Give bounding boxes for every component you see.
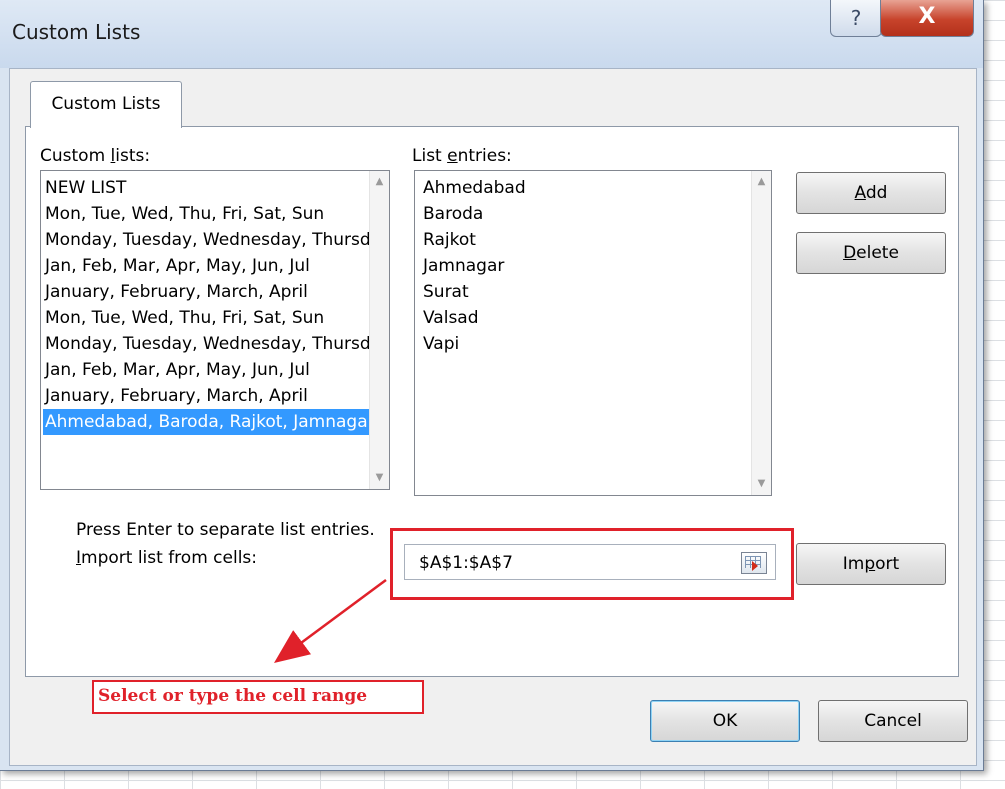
scroll-down-icon[interactable]: ▼ — [370, 469, 389, 487]
list-entry-item: Baroda — [423, 204, 484, 224]
custom-lists-scrollbar[interactable]: ▲ ▼ — [369, 171, 389, 489]
separate-entries-hint: Press Enter to separate list entries. — [76, 520, 375, 540]
tab-label: Custom Lists — [51, 94, 161, 114]
access-key: e — [447, 146, 458, 166]
custom-list-item[interactable]: Jan, Feb, Mar, Apr, May, Jun, Jul — [43, 357, 369, 383]
list-entry-item: Surat — [423, 282, 469, 302]
custom-list-item[interactable]: Ahmedabad, Baroda, Rajkot, Jamnagar — [43, 409, 369, 435]
label-text: List — [412, 146, 448, 166]
custom-list-item[interactable]: NEW LIST — [43, 175, 369, 201]
import-button[interactable]: Import — [796, 543, 946, 585]
custom-list-item[interactable]: Jan, Feb, Mar, Apr, May, Jun, Jul — [43, 253, 369, 279]
list-entry-item: Valsad — [423, 308, 479, 328]
scroll-down-icon[interactable]: ▼ — [752, 475, 771, 493]
list-entries-label: List entries: — [412, 146, 512, 166]
import-list-label: Import list from cells: — [76, 548, 257, 568]
label-text: Custom — [40, 146, 111, 166]
custom-list-item[interactable]: January, February, March, April — [43, 279, 369, 305]
annotation-callout: Select or type the cell range — [92, 680, 424, 714]
list-entries-box[interactable]: Ahmedabad Baroda Rajkot Jamnagar Surat Valsad… — [414, 170, 772, 496]
access-key: A — [854, 183, 866, 203]
ok-button[interactable]: OK — [650, 700, 800, 742]
list-entry-item: Ahmedabad — [423, 178, 526, 198]
label-text: mport list from cells: — [81, 548, 258, 568]
custom-lists-listbox[interactable]: NEW LIST Mon, Tue, Wed, Thu, Fri, Sat, Su… — [40, 170, 390, 490]
access-key: D — [843, 243, 857, 263]
question-mark-icon: ? — [850, 6, 862, 30]
title-bar: Custom Lists ? X — [0, 0, 983, 68]
custom-lists-label: Custom lists: — [40, 146, 150, 166]
annotation-text: Select or type the cell range — [98, 686, 368, 706]
custom-list-item[interactable]: Mon, Tue, Wed, Thu, Fri, Sat, Sun — [43, 201, 369, 227]
close-icon: X — [918, 4, 936, 29]
custom-list-item[interactable]: Mon, Tue, Wed, Thu, Fri, Sat, Sun — [43, 305, 369, 331]
button-label: dd — [865, 183, 888, 203]
scroll-up-icon[interactable]: ▲ — [752, 173, 771, 191]
cancel-button[interactable]: Cancel — [818, 700, 968, 742]
delete-button[interactable]: Delete — [796, 232, 946, 274]
custom-list-item[interactable]: Monday, Tuesday, Wednesday, Thursday — [43, 227, 369, 253]
custom-list-item[interactable]: Monday, Tuesday, Wednesday, Thursday — [43, 331, 369, 357]
button-label: ort — [875, 554, 900, 574]
list-entries-scrollbar[interactable]: ▲ ▼ — [751, 171, 771, 495]
list-entry-item: Vapi — [423, 334, 460, 354]
custom-lists-dialog: Custom Lists ? X Custom Lists Custom lis… — [0, 0, 984, 771]
close-button[interactable]: X — [880, 0, 974, 37]
button-label: Im — [842, 554, 865, 574]
scroll-up-icon[interactable]: ▲ — [370, 173, 389, 191]
list-entry-item: Rajkot — [423, 230, 476, 250]
label-text: ntries: — [457, 146, 512, 166]
access-key: p — [864, 554, 876, 574]
help-button[interactable]: ? — [830, 0, 882, 37]
custom-list-item[interactable]: January, February, March, April — [43, 383, 369, 409]
list-entries-items: Ahmedabad Baroda Rajkot Jamnagar Surat Valsad… — [421, 175, 751, 357]
tab-custom-lists[interactable]: Custom Lists — [30, 81, 182, 128]
add-button[interactable]: Add — [796, 172, 946, 214]
list-entry-item: Jamnagar — [423, 256, 505, 276]
label-text: ists: — [115, 146, 151, 166]
range-highlight-box — [390, 528, 794, 600]
button-label: elete — [856, 243, 899, 263]
dialog-title: Custom Lists — [12, 20, 141, 44]
custom-lists-items: NEW LIST Mon, Tue, Wed, Thu, Fri, Sat, Su… — [43, 175, 369, 435]
